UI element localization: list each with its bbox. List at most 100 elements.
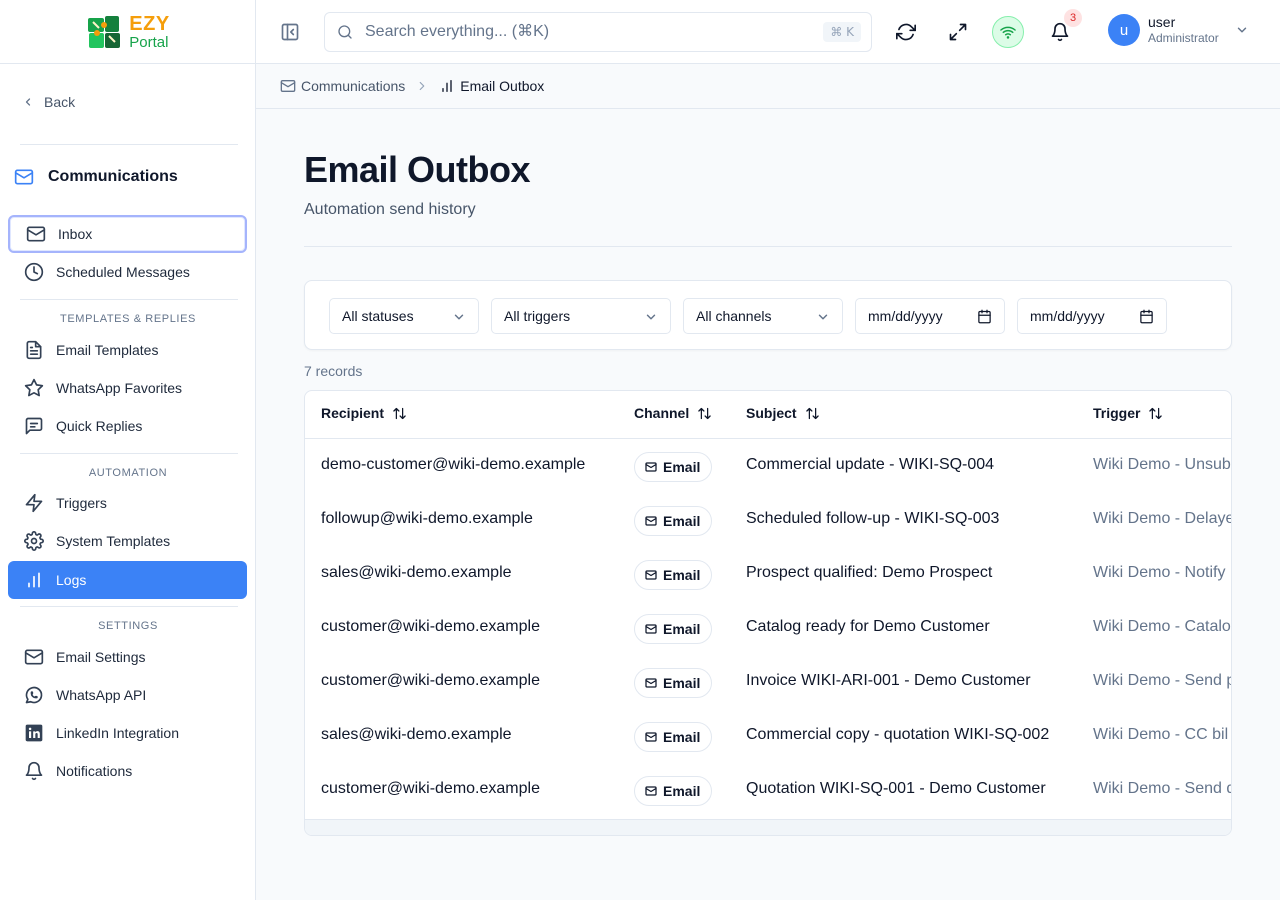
table-row[interactable]: sales@wiki-demo.example Email Prospect q…: [305, 548, 1231, 602]
sidebar-item-whatsapp-api[interactable]: WhatsApp API: [8, 676, 247, 714]
settings-icon: [24, 531, 44, 551]
sidebar-item-quick-replies[interactable]: Quick Replies: [8, 407, 247, 445]
channel-label: Email: [663, 513, 701, 529]
channel-label: Email: [663, 783, 701, 799]
table-row[interactable]: customer@wiki-demo.example Email Invoice…: [305, 656, 1231, 710]
date-to-value: mm/dd/yyyy: [1030, 308, 1105, 324]
channel-badge: Email: [634, 668, 713, 698]
user-name: user: [1148, 14, 1176, 31]
trigger-cell: Wiki Demo - Unsubscribe: [1093, 456, 1231, 473]
date-to-input[interactable]: mm/dd/yyyy: [1017, 298, 1167, 334]
column-header-recipient[interactable]: Recipient: [321, 405, 407, 421]
table-row[interactable]: sales@wiki-demo.example Email Commercial…: [305, 710, 1231, 764]
header-divider: [304, 246, 1232, 247]
horizontal-scrollbar[interactable]: [305, 819, 1231, 835]
sidebar-item-whatsapp-favorites[interactable]: WhatsApp Favorites: [8, 369, 247, 407]
bar-chart-icon: [24, 570, 44, 590]
linkedin-icon: [24, 723, 44, 743]
sidebar-item-email-settings[interactable]: Email Settings: [8, 638, 247, 676]
mail-icon: [645, 624, 657, 634]
back-link[interactable]: Back: [22, 90, 75, 114]
trigger-filter-value: All triggers: [504, 308, 571, 324]
table-row[interactable]: followup@wiki-demo.example Email Schedul…: [305, 494, 1231, 548]
sidebar-item-logs[interactable]: Logs: [8, 561, 247, 599]
sidebar-divider: [20, 606, 238, 607]
sidebar-item-inbox[interactable]: Inbox: [8, 215, 247, 253]
sidebar-item-system-templates[interactable]: System Templates: [8, 522, 247, 560]
user-menu[interactable]: u user Administrator: [1108, 14, 1249, 46]
sidebar-item-notifications[interactable]: Notifications: [8, 752, 247, 790]
trigger-cell: Wiki Demo - Notify: [1093, 564, 1226, 581]
sidebar-item-linkedin-integration[interactable]: LinkedIn Integration: [8, 714, 247, 752]
mail-icon: [24, 647, 44, 667]
table-row[interactable]: customer@wiki-demo.example Email Catalog…: [305, 602, 1232, 656]
ezy-portal-logo[interactable]: EZY Portal: [85, 12, 169, 52]
sidebar-item-label: Triggers: [56, 495, 107, 511]
group-label-automation: AUTOMATION: [88, 467, 168, 479]
date-from-value: mm/dd/yyyy: [868, 308, 943, 324]
breadcrumb: Communications Email Outbox: [256, 64, 1280, 109]
connection-status-button[interactable]: [992, 16, 1024, 48]
sidebar-divider: [20, 453, 238, 454]
refresh-button[interactable]: [892, 18, 920, 46]
sidebar-item-label: Quick Replies: [56, 418, 143, 434]
chevron-down-icon: [646, 314, 656, 320]
column-header-subject[interactable]: Subject: [746, 405, 820, 421]
global-search[interactable]: ⌘ K: [324, 12, 872, 52]
sort-icon: [698, 407, 711, 419]
search-input[interactable]: [365, 23, 871, 41]
channel-filter-select[interactable]: All channels: [683, 298, 843, 334]
subject-cell: Commercial copy - quotation WIKI-SQ-002: [746, 726, 1050, 743]
sidebar-item-email-templates[interactable]: Email Templates: [8, 331, 247, 369]
channel-label: Email: [663, 567, 701, 583]
maximize-icon: [949, 23, 967, 41]
trigger-filter-select[interactable]: All triggers: [491, 298, 671, 334]
subject-cell: Catalog ready for Demo Customer: [746, 618, 990, 635]
logo-text-ezy: EZY: [129, 12, 170, 35]
mail-icon: [645, 786, 657, 796]
user-role: Administrator: [1148, 31, 1219, 46]
bar-chart-icon: [442, 80, 452, 92]
column-header-channel[interactable]: Channel: [634, 405, 712, 421]
sidebar-item-label: Inbox: [58, 226, 93, 242]
table-row[interactable]: customer@wiki-demo.example Email Quotati…: [305, 764, 1231, 818]
sidebar-item-label: Notifications: [56, 763, 133, 779]
chevron-right-icon: [419, 81, 425, 91]
mail-icon: [645, 516, 657, 526]
group-label-settings: SETTINGS: [98, 620, 158, 632]
sidebar-item-label: Email Templates: [56, 342, 159, 358]
chevron-left-icon: [25, 98, 31, 106]
calendar-icon: [1140, 309, 1153, 324]
channel-badge: Email: [634, 506, 713, 536]
mail-icon: [645, 462, 657, 472]
column-label: Subject: [746, 405, 797, 421]
recipient-cell: sales@wiki-demo.example: [321, 564, 512, 581]
sidebar-item-label: WhatsApp Favorites: [56, 380, 183, 396]
sidebar-divider: [20, 144, 238, 145]
sidebar-item-scheduled-messages[interactable]: Scheduled Messages: [8, 253, 247, 291]
column-header-trigger[interactable]: Trigger: [1093, 405, 1163, 421]
wifi-icon: [1000, 26, 1016, 39]
section-title-text: Communications: [48, 168, 178, 185]
recipient-cell: customer@wiki-demo.example: [321, 618, 540, 635]
sidebar-item-triggers[interactable]: Triggers: [8, 484, 247, 522]
sidebar-collapse-button[interactable]: [280, 22, 300, 42]
refresh-icon: [896, 23, 916, 41]
channel-label: Email: [663, 729, 701, 745]
sidebar-item-label: Scheduled Messages: [56, 264, 190, 280]
sort-icon: [805, 407, 819, 419]
mail-icon: [14, 169, 34, 185]
recipient-cell: customer@wiki-demo.example: [321, 780, 540, 797]
table-row[interactable]: demo-customer@wiki-demo.example Email Co…: [305, 440, 1231, 494]
status-filter-select[interactable]: All statuses: [329, 298, 479, 334]
channel-label: Email: [663, 621, 701, 637]
fullscreen-button[interactable]: [944, 18, 972, 46]
trigger-cell: Wiki Demo - Catalog: [1093, 618, 1232, 635]
table-header: Recipient Channel Subject Trigger: [305, 391, 1231, 439]
date-from-input[interactable]: mm/dd/yyyy: [855, 298, 1005, 334]
sidebar-item-label: LinkedIn Integration: [56, 725, 179, 741]
subject-cell: Invoice WIKI-ARI-001 - Demo Customer: [746, 672, 1031, 689]
recipient-cell: customer@wiki-demo.example: [321, 672, 540, 689]
breadcrumb-communications[interactable]: Communications: [280, 78, 405, 94]
back-label: Back: [44, 94, 76, 110]
